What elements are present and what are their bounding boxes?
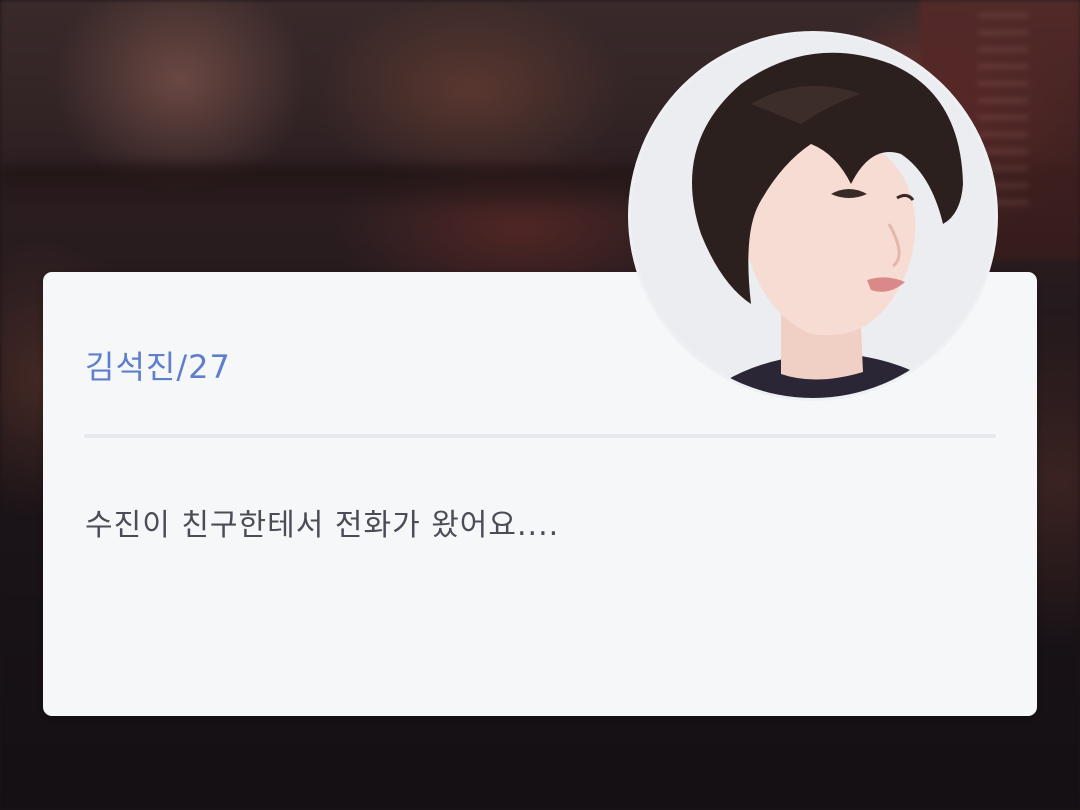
character-portrait-icon xyxy=(631,34,995,398)
visual-novel-scene: 김석진/27 수진이 친구한테서 전화가 왔어요.... xyxy=(0,0,1080,810)
character-name-label: 김석진/27 xyxy=(85,348,231,386)
dialogue-text: 수진이 친구한테서 전화가 왔어요.... xyxy=(85,508,560,543)
name-divider xyxy=(84,434,996,438)
